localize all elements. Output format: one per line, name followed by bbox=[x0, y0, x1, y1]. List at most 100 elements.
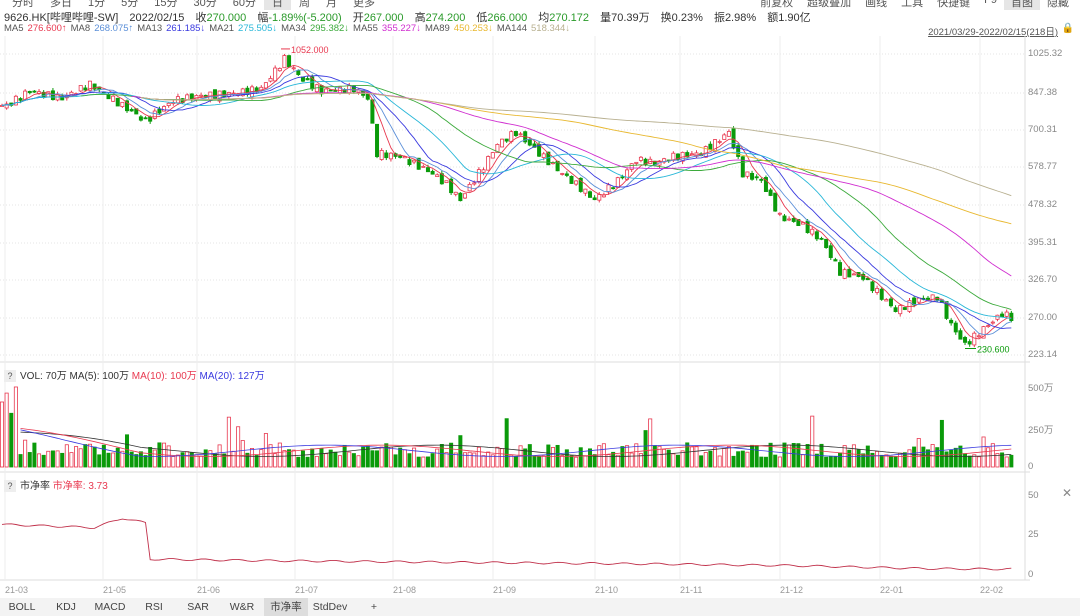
candle bbox=[504, 138, 509, 142]
volume-bar bbox=[236, 426, 241, 468]
candle bbox=[986, 325, 991, 327]
price-tick: 700.31 bbox=[1028, 124, 1058, 135]
indicator-tab[interactable]: + bbox=[352, 598, 396, 616]
indicator-tab[interactable]: MACD bbox=[88, 598, 132, 616]
candle bbox=[754, 176, 759, 179]
candle bbox=[833, 259, 838, 262]
volume-bar bbox=[314, 455, 319, 468]
ma-value: 518.344↓ bbox=[531, 23, 571, 34]
indicator-tab[interactable]: 市净率 bbox=[264, 598, 308, 616]
candle bbox=[569, 175, 574, 184]
volume-bar bbox=[152, 449, 157, 468]
candle bbox=[138, 116, 143, 121]
candle bbox=[726, 131, 731, 137]
candle bbox=[32, 90, 37, 93]
volume-bar bbox=[111, 452, 116, 468]
volume-bar bbox=[611, 451, 616, 468]
candle bbox=[828, 245, 833, 258]
candle bbox=[375, 123, 380, 158]
pb-tick: 0 bbox=[1028, 569, 1034, 580]
amplitude-value: 2.98% bbox=[724, 12, 757, 24]
ma-value: 450.253↓ bbox=[453, 23, 493, 34]
candle bbox=[902, 307, 907, 310]
volume-bar bbox=[879, 454, 884, 468]
volume-bar bbox=[583, 455, 588, 468]
candle bbox=[162, 106, 167, 112]
volume-bar bbox=[319, 448, 324, 468]
kline-chart[interactable]: 1052.000 230.600 bbox=[0, 36, 1030, 581]
volume-value: 70.39万 bbox=[611, 12, 650, 24]
candle bbox=[106, 93, 111, 100]
candle bbox=[847, 268, 852, 278]
volume-bar bbox=[560, 455, 565, 468]
help-icon[interactable]: ? bbox=[4, 480, 16, 492]
volume-bar bbox=[652, 445, 657, 468]
indicator-tab[interactable]: W&R bbox=[220, 598, 264, 616]
volume-bar bbox=[532, 455, 537, 468]
close-icon[interactable]: ✕ bbox=[1062, 486, 1072, 500]
candle bbox=[967, 341, 972, 345]
indicator-tab[interactable]: BOLL bbox=[0, 598, 44, 616]
candle bbox=[430, 170, 435, 175]
toolbar-button[interactable]: 快捷键 bbox=[930, 0, 977, 10]
volume-bar bbox=[115, 447, 120, 468]
toolbar-button[interactable]: 工具 bbox=[894, 0, 930, 10]
volume-bar bbox=[143, 455, 148, 468]
candle bbox=[870, 281, 875, 292]
x-tick-label: 21-10 bbox=[595, 585, 619, 595]
volume-bar bbox=[97, 454, 102, 468]
indicator-tab[interactable]: SAR bbox=[176, 598, 220, 616]
volume-bar bbox=[805, 444, 810, 468]
volume-bar bbox=[37, 453, 42, 468]
x-tick-label: 21-07 bbox=[295, 585, 319, 595]
volume-bar bbox=[444, 452, 449, 468]
indicator-tab[interactable]: StdDev bbox=[308, 598, 352, 616]
volume-bar bbox=[939, 419, 944, 468]
volume-bar bbox=[351, 453, 356, 468]
volume-bar bbox=[689, 446, 694, 468]
indicator-tab[interactable]: RSI bbox=[132, 598, 176, 616]
volume-bar bbox=[342, 444, 347, 468]
volume-bar bbox=[773, 454, 778, 468]
toolbar-button[interactable]: 画线 bbox=[858, 0, 894, 10]
candle bbox=[731, 128, 736, 149]
volume-tick: 250万 bbox=[1028, 425, 1054, 436]
candle bbox=[458, 192, 463, 202]
amplitude-label: 振 bbox=[713, 12, 725, 24]
candle bbox=[588, 191, 593, 198]
candle bbox=[583, 188, 588, 194]
candle bbox=[898, 305, 903, 315]
volume-bar bbox=[240, 440, 245, 468]
ma-line-ma89 bbox=[140, 92, 1012, 225]
volume-bar bbox=[55, 450, 60, 468]
candle bbox=[953, 322, 958, 333]
candle bbox=[120, 101, 125, 107]
volume-bar bbox=[449, 442, 454, 468]
candle bbox=[606, 184, 611, 193]
volume-bar bbox=[203, 449, 208, 468]
volume-bar bbox=[643, 430, 648, 468]
candle bbox=[745, 171, 750, 177]
volume-bar bbox=[125, 434, 130, 468]
candle bbox=[444, 180, 449, 184]
volume-bar bbox=[680, 450, 685, 468]
price-tick: 395.31 bbox=[1028, 237, 1058, 248]
volume-bar bbox=[138, 451, 143, 468]
help-icon[interactable]: ? bbox=[4, 370, 16, 382]
toolbar-button[interactable]: F9 bbox=[977, 0, 1004, 10]
volume-bar bbox=[379, 446, 384, 468]
volume-bar bbox=[333, 451, 338, 468]
volume-bar bbox=[851, 444, 856, 468]
ma-value: 275.505↓ bbox=[238, 23, 278, 34]
volume-bar bbox=[324, 453, 329, 468]
indicator-tab[interactable]: KDJ bbox=[44, 598, 88, 616]
volume-bar bbox=[337, 455, 342, 468]
candle bbox=[926, 297, 931, 300]
volume-bar bbox=[856, 449, 861, 468]
volume-bar bbox=[750, 444, 755, 468]
volume-bar bbox=[46, 450, 51, 468]
candle bbox=[513, 131, 518, 136]
candle bbox=[814, 231, 819, 240]
volume-bar bbox=[541, 455, 546, 468]
volume-bar bbox=[250, 447, 255, 468]
